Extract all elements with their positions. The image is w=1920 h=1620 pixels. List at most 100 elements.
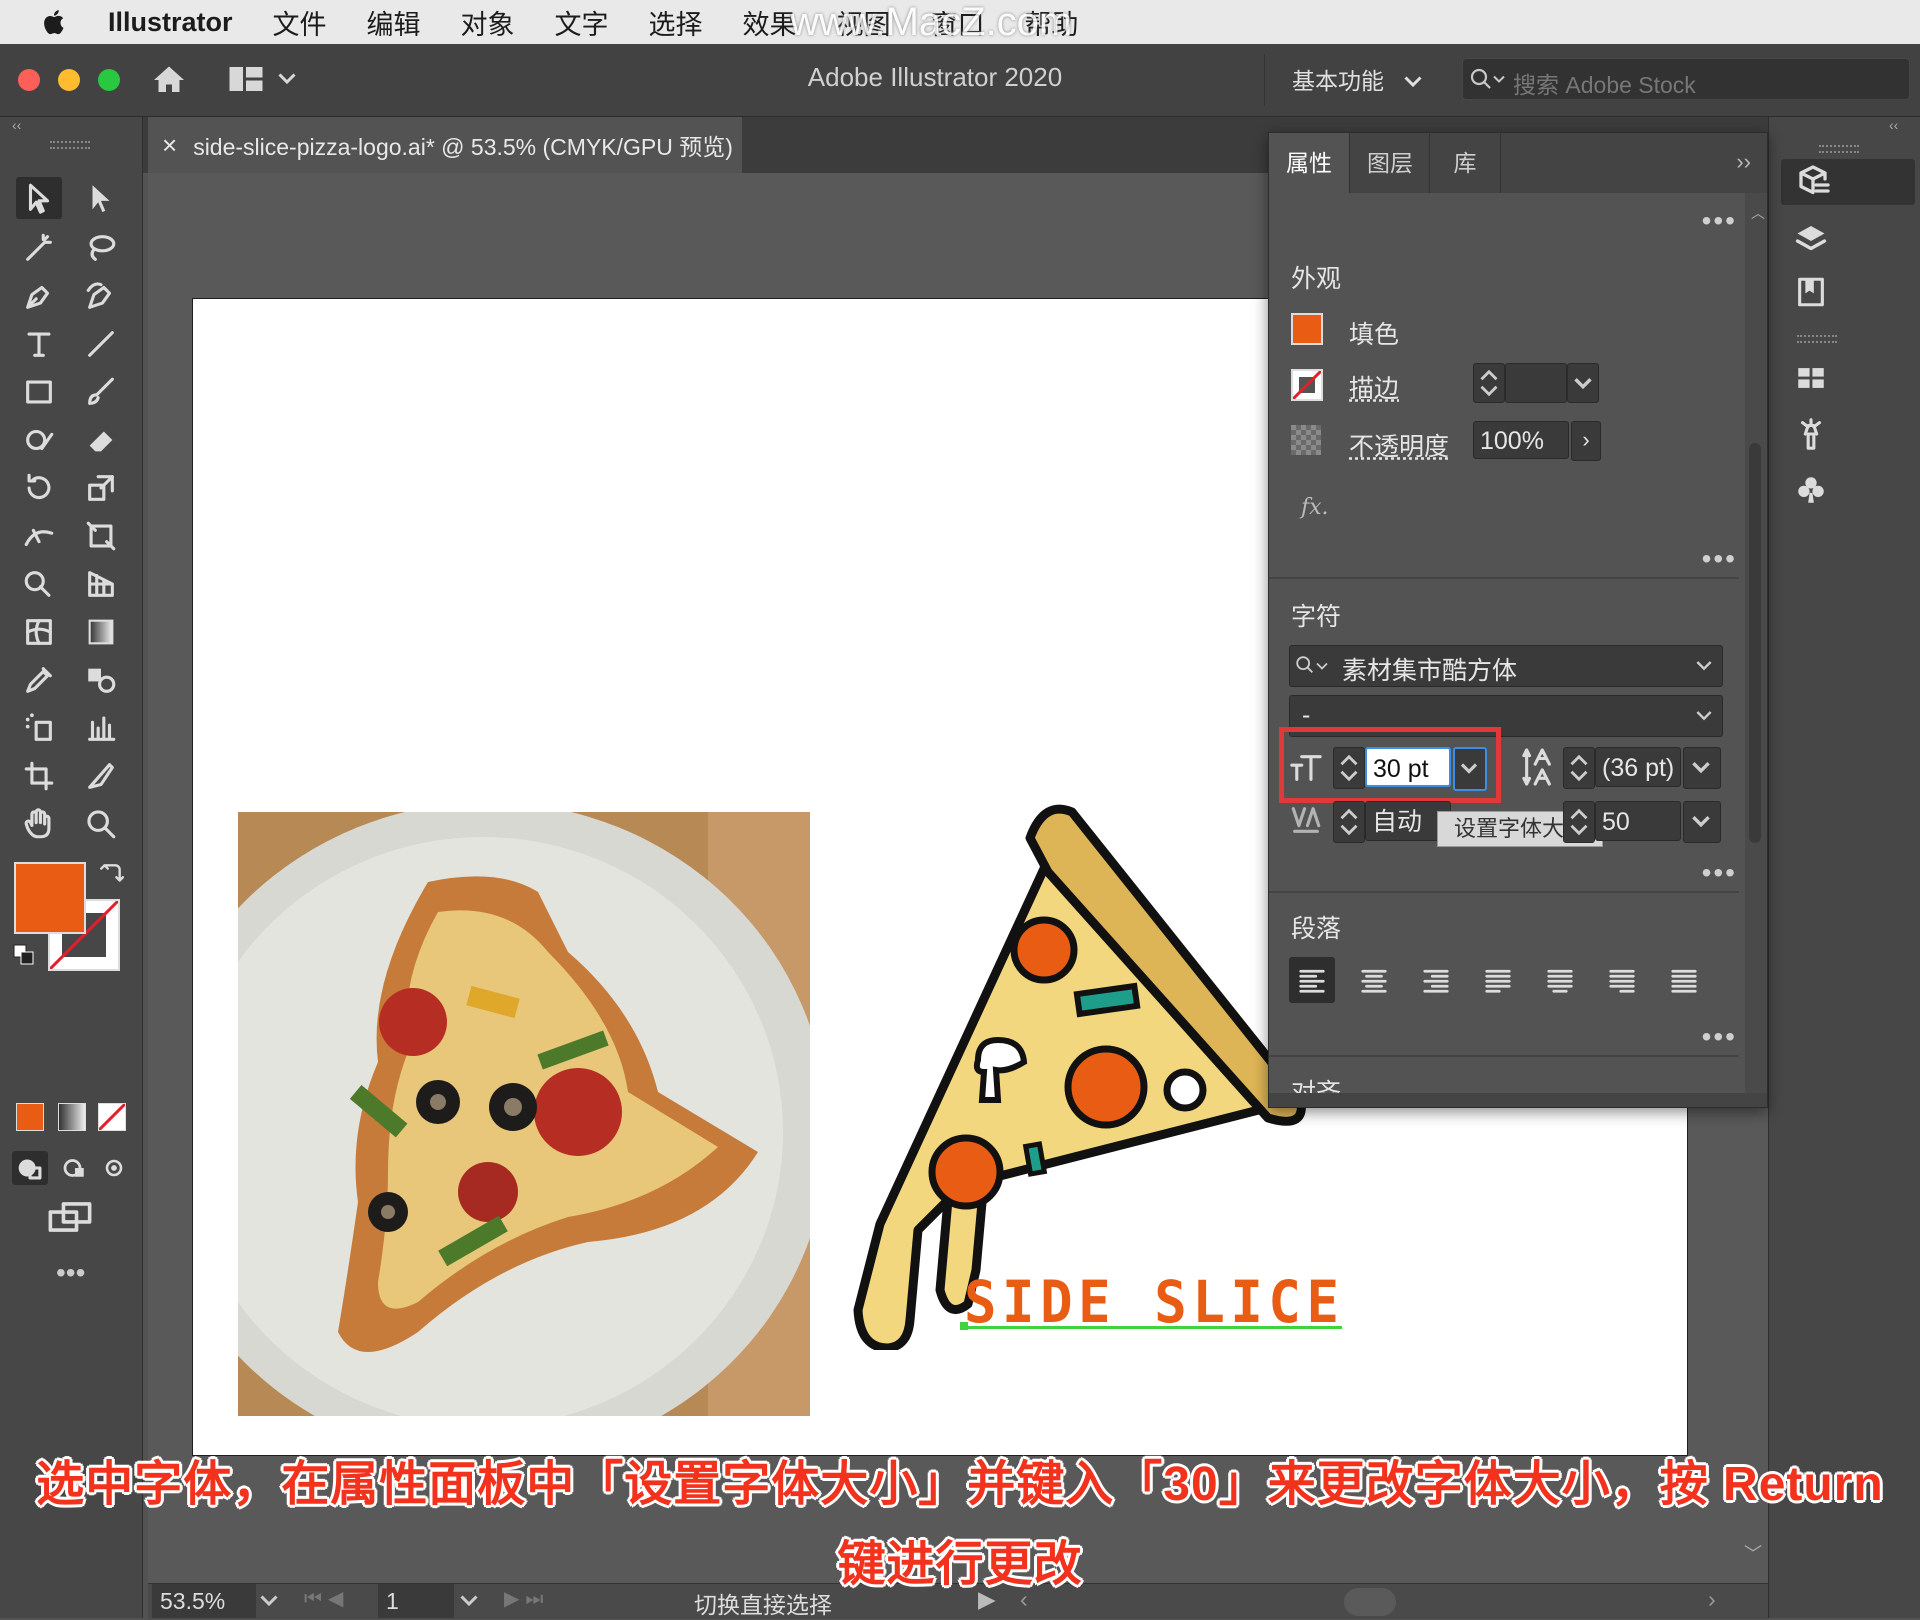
appearance-more-button[interactable]: ••• [1702, 543, 1737, 575]
leading-dropdown[interactable] [1683, 747, 1721, 789]
layers-dock-button[interactable] [1781, 215, 1841, 261]
edit-toolbar-button[interactable]: ••• [56, 1257, 85, 1289]
font-family-dropdown[interactable]: 素材集市酷方体 [1289, 645, 1723, 687]
symbol-sprayer-tool[interactable] [16, 707, 62, 749]
pen-tool[interactable] [16, 275, 62, 317]
panel-collapse-button[interactable]: ›› [1736, 149, 1751, 175]
rectangle-tool[interactable] [16, 371, 62, 413]
symbols-dock-button[interactable] [1781, 467, 1841, 513]
scroll-up-icon[interactable]: ︿ [1751, 203, 1765, 223]
menu-select[interactable]: 选择 [649, 3, 703, 42]
none-mode-button[interactable] [98, 1103, 126, 1131]
menu-file[interactable]: 文件 [273, 3, 327, 42]
tracking-dropdown[interactable] [1683, 801, 1721, 843]
fx-effects-button[interactable]: fx. [1301, 495, 1329, 520]
color-mode-button[interactable] [16, 1103, 44, 1131]
eyedropper-tool[interactable] [16, 659, 62, 701]
graph-tool[interactable] [78, 707, 124, 749]
align-center-button[interactable] [1351, 957, 1397, 1003]
opacity-label[interactable]: 不透明度 [1349, 427, 1449, 463]
paintbrush-tool[interactable] [78, 371, 124, 413]
rotate-tool[interactable] [16, 467, 62, 509]
default-fill-stroke-icon[interactable] [12, 943, 36, 967]
justify-left-button[interactable] [1475, 957, 1521, 1003]
free-transform-tool[interactable] [78, 515, 124, 557]
panel-menu-button[interactable]: ••• [1702, 205, 1737, 237]
menu-edit[interactable]: 编辑 [367, 3, 421, 42]
properties-dock-button[interactable] [1781, 159, 1915, 205]
stroke-weight-input[interactable] [1505, 363, 1567, 403]
menu-object[interactable]: 对象 [461, 3, 515, 42]
width-tool[interactable] [16, 515, 62, 557]
opacity-more-button[interactable]: › [1571, 421, 1601, 461]
collapse-dock-button[interactable]: ‹‹ [1889, 117, 1898, 133]
character-more-button[interactable]: ••• [1702, 857, 1737, 889]
toolbar-grip[interactable] [50, 141, 90, 149]
justify-all-button[interactable] [1661, 957, 1707, 1003]
selection-tool[interactable] [16, 177, 62, 219]
paragraph-more-button[interactable]: ••• [1702, 1021, 1737, 1053]
kerning-stepper[interactable] [1333, 801, 1365, 843]
eraser-tool[interactable] [78, 419, 124, 461]
justify-right-button[interactable] [1599, 957, 1645, 1003]
gradient-mode-button[interactable] [58, 1103, 86, 1131]
workspace-switcher[interactable]: 基本功能 [1292, 62, 1422, 96]
chevron-down-icon[interactable] [260, 1594, 278, 1608]
draw-inside-icon[interactable] [100, 1153, 128, 1183]
fill-swatch[interactable] [1291, 313, 1323, 345]
tracking-input[interactable]: 50 [1595, 801, 1681, 841]
justify-center-button[interactable] [1537, 957, 1583, 1003]
hand-tool[interactable] [16, 803, 62, 845]
collapse-toolbar-button[interactable]: ‹‹ [0, 117, 154, 133]
curvature-tool[interactable] [78, 275, 124, 317]
gradient-tool[interactable] [78, 611, 124, 653]
menu-type[interactable]: 文字 [555, 3, 609, 42]
pizza-photo[interactable] [238, 812, 810, 1416]
direct-selection-tool[interactable] [78, 177, 124, 219]
line-tool[interactable] [78, 323, 124, 365]
chevron-down-icon[interactable] [460, 1594, 478, 1608]
libraries-dock-button[interactable] [1781, 269, 1841, 315]
type-tool[interactable] [16, 323, 62, 365]
menu-effect[interactable]: 效果 [743, 3, 797, 42]
artboard-tool[interactable] [16, 755, 62, 797]
blend-tool[interactable] [78, 659, 124, 701]
leading-input[interactable]: (36 pt) [1595, 747, 1681, 787]
panel-scrollbar[interactable]: ︿ [1745, 193, 1767, 1105]
document-tab[interactable]: × side-slice-pizza-logo.ai* @ 53.5% (CMY… [148, 117, 742, 173]
screen-mode-icon[interactable] [46, 1199, 94, 1235]
swatches-dock-button[interactable] [1781, 355, 1841, 401]
logo-text[interactable]: SIDE SLICE [964, 1270, 1339, 1334]
magic-wand-tool[interactable] [16, 227, 62, 269]
swap-fill-stroke-icon[interactable] [98, 861, 124, 887]
dock-grip[interactable] [1819, 145, 1859, 153]
scale-tool[interactable] [78, 467, 124, 509]
fill-color-swatch[interactable] [14, 862, 86, 934]
close-tab-button[interactable]: × [162, 130, 177, 161]
perspective-grid-tool[interactable] [78, 563, 124, 605]
align-right-button[interactable] [1413, 957, 1459, 1003]
logo-text-frame[interactable]: SIDE SLICE [960, 1270, 1344, 1334]
tracking-stepper[interactable] [1563, 801, 1595, 843]
apple-icon[interactable] [40, 7, 70, 37]
draw-behind-icon[interactable] [58, 1153, 92, 1183]
stroke-weight-dropdown[interactable] [1567, 363, 1599, 403]
dock-grip-2[interactable] [1797, 335, 1837, 343]
opacity-input[interactable]: 100% [1473, 421, 1569, 459]
slice-tool[interactable] [78, 755, 124, 797]
menu-app-name[interactable]: Illustrator [108, 7, 233, 38]
stroke-label[interactable]: 描边 [1349, 369, 1399, 405]
lasso-tool[interactable] [78, 227, 124, 269]
panel-resize-grip[interactable] [1269, 1093, 1767, 1107]
brushes-dock-button[interactable] [1781, 411, 1841, 457]
shape-builder-tool[interactable] [16, 563, 62, 605]
scroll-thumb[interactable] [1749, 443, 1761, 843]
opacity-swatch[interactable] [1291, 425, 1321, 455]
draw-normal-button[interactable] [12, 1151, 48, 1185]
stock-search-input[interactable]: 搜索 Adobe Stock [1462, 58, 1910, 100]
tab-layers[interactable]: 图层 [1349, 133, 1430, 193]
tab-properties[interactable]: 属性 [1269, 133, 1349, 193]
stroke-swatch[interactable] [1291, 369, 1323, 401]
align-left-button[interactable] [1289, 957, 1335, 1003]
leading-stepper[interactable] [1563, 747, 1595, 789]
